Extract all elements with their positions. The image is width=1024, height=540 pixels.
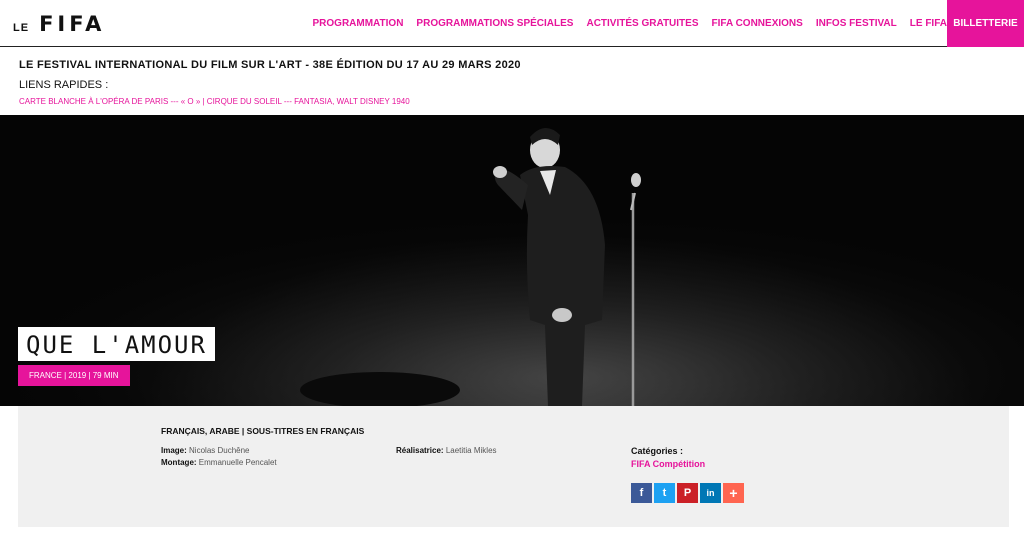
quick-link-separator: --- <box>168 97 181 106</box>
nav-infos-festival[interactable]: INFOS FESTIVAL <box>816 18 897 29</box>
stage-performer-illustration <box>0 115 1024 406</box>
facebook-icon[interactable]: f <box>631 483 652 503</box>
quick-links: CARTE BLANCHE À L'OPÉRA DE PARIS --- « O… <box>19 97 1009 106</box>
hero-film-image: QUE L'AMOUR FRANCE | 2019 | 79 MIN <box>0 115 1024 406</box>
top-navigation-bar: LE FIFA PROGRAMMATION PROGRAMMATIONS SPÉ… <box>0 0 1024 47</box>
nav-activites-gratuites[interactable]: ACTIVITÉS GRATUITES <box>586 18 698 29</box>
main-nav: PROGRAMMATION PROGRAMMATIONS SPÉCIALES A… <box>313 0 948 47</box>
film-languages: FRANÇAIS, ARABE | SOUS-TITRES EN FRANÇAI… <box>161 426 365 436</box>
linkedin-icon[interactable]: in <box>700 483 721 503</box>
pinterest-icon[interactable]: P <box>677 483 698 503</box>
film-meta-badge: FRANCE | 2019 | 79 MIN <box>18 365 130 386</box>
fifa-logo[interactable]: LE FIFA <box>13 12 105 36</box>
logo-wordmark: FIFA <box>39 12 106 36</box>
credit-image-label: Image: <box>161 446 187 455</box>
credit-image-value: Nicolas Duchêne <box>189 446 250 455</box>
logo-prefix: LE <box>13 22 30 34</box>
credit-director-label: Réalisatrice: <box>396 446 444 455</box>
credit-montage-value: Emmanuelle Pencalet <box>198 458 277 467</box>
quick-link-cirque-du-soleil[interactable]: « O » | CIRQUE DU SOLEIL <box>181 97 282 106</box>
share-buttons: f t P in + <box>631 483 746 503</box>
category-link[interactable]: FIFA Compétition <box>631 459 705 469</box>
festival-subheader: LE FESTIVAL INTERNATIONAL DU FILM SUR L'… <box>19 59 1009 106</box>
nav-programmation[interactable]: PROGRAMMATION <box>313 18 404 29</box>
categories-title: Catégories : <box>631 446 684 456</box>
quick-link-opera-paris[interactable]: CARTE BLANCHE À L'OPÉRA DE PARIS <box>19 97 168 106</box>
twitter-icon[interactable]: t <box>654 483 675 503</box>
festival-title: LE FESTIVAL INTERNATIONAL DU FILM SUR L'… <box>19 59 521 71</box>
quick-links-title: LIENS RAPIDES : <box>19 79 109 91</box>
quick-link-fantasia[interactable]: FANTASIA, WALT DISNEY 1940 <box>294 97 410 106</box>
film-title: QUE L'AMOUR <box>18 327 215 361</box>
nav-fifa-connexions[interactable]: FIFA CONNEXIONS <box>712 18 803 29</box>
film-details-panel: FRANÇAIS, ARABE | SOUS-TITRES EN FRANÇAI… <box>18 406 1009 527</box>
nav-programmations-speciales[interactable]: PROGRAMMATIONS SPÉCIALES <box>416 18 573 29</box>
billetterie-button[interactable]: BILLETTERIE <box>947 0 1024 47</box>
quick-link-separator: --- <box>281 97 295 106</box>
credit-montage-label: Montage: <box>161 458 197 467</box>
credit-montage: Montage: Emmanuelle Pencalet <box>161 458 277 467</box>
plus-icon[interactable]: + <box>723 483 744 503</box>
credit-director: Réalisatrice: Laetitia Mikles <box>396 446 497 455</box>
credit-director-value: Laetitia Mikles <box>445 446 497 455</box>
nav-le-fifa[interactable]: LE FIFA <box>910 18 947 29</box>
credit-image: Image: Nicolas Duchêne <box>161 446 250 455</box>
